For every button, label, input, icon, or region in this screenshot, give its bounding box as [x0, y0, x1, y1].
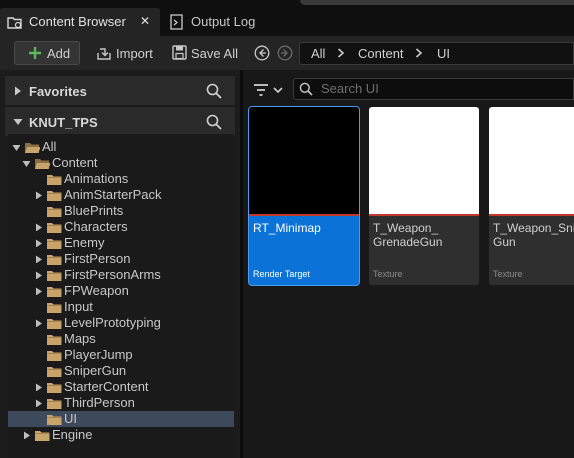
- tree-item-label[interactable]: ThirdPerson: [64, 395, 135, 411]
- tree-item-label[interactable]: Maps: [64, 331, 96, 347]
- import-icon: [97, 48, 111, 60]
- folder-icon: [47, 255, 62, 265]
- collapse-arrow-icon[interactable]: [35, 271, 43, 279]
- asset-type-label: Texture: [373, 269, 403, 279]
- output-log-icon: [170, 14, 183, 30]
- chevron-down-icon: [13, 119, 23, 125]
- asset-type-bar: [249, 214, 359, 216]
- asset-name: RT_Minimap: [253, 221, 321, 235]
- asset-tile[interactable]: T_Weapon_Snip Gun Texture: [489, 107, 574, 285]
- folder-icon: [47, 271, 62, 281]
- asset-type-label: Render Target: [253, 269, 310, 279]
- search-placeholder: Search UI: [321, 81, 379, 96]
- save-all-button[interactable]: Save All: [191, 46, 238, 61]
- folder-open-icon: [35, 159, 50, 169]
- tree-item-label[interactable]: FPWeapon: [64, 283, 129, 299]
- collapse-arrow-icon[interactable]: [35, 191, 43, 199]
- collapse-arrow-icon[interactable]: [23, 431, 31, 439]
- tree-item-label[interactable]: BluePrints: [64, 203, 123, 219]
- collapse-arrow-icon[interactable]: [35, 223, 43, 231]
- asset-name: T_Weapon_ GrenadeGun: [373, 221, 443, 249]
- asset-type-bar: [489, 214, 574, 216]
- tab-content-browser-label: Content Browser: [29, 14, 126, 29]
- content-browser-icon: [7, 17, 22, 29]
- collapse-arrow-icon[interactable]: [35, 255, 43, 263]
- asset-type-bar: [369, 214, 479, 216]
- folder-icon: [47, 207, 62, 217]
- folder-icon: [47, 175, 62, 185]
- chevron-right-icon: [15, 86, 21, 96]
- collapse-arrow-icon[interactable]: [35, 383, 43, 391]
- folder-icon: [47, 239, 62, 249]
- tree-item-label[interactable]: Input: [64, 299, 93, 315]
- tree-item-label[interactable]: UI: [64, 411, 77, 427]
- tree-row-selected: [8, 411, 234, 427]
- tree-item-label[interactable]: AnimStarterPack: [64, 187, 162, 203]
- project-label: KNUT_TPS: [29, 115, 98, 130]
- asset-tile[interactable]: RT_Minimap Render Target: [248, 106, 360, 286]
- folder-icon: [47, 319, 62, 329]
- expand-arrow-icon[interactable]: [22, 160, 30, 168]
- folder-icon: [47, 335, 62, 345]
- tree-item-label[interactable]: SniperGun: [64, 363, 126, 379]
- collapse-arrow-icon[interactable]: [35, 399, 43, 407]
- folder-icon: [47, 303, 62, 313]
- tree-item-label[interactable]: Characters: [64, 219, 128, 235]
- tree-item-label[interactable]: All: [42, 139, 56, 155]
- add-button-label: Add: [47, 46, 71, 61]
- asset-name: T_Weapon_Snip Gun: [493, 221, 574, 249]
- filter-icon[interactable]: [253, 83, 283, 97]
- favorites-label: Favorites: [29, 84, 87, 99]
- collapse-arrow-icon[interactable]: [35, 287, 43, 295]
- chevron-right-icon: [337, 48, 345, 58]
- asset-thumbnail: [369, 107, 479, 214]
- tree-item-label[interactable]: FirstPerson: [64, 251, 130, 267]
- asset-thumbnail: [249, 107, 359, 214]
- asset-type-label: Texture: [493, 269, 523, 279]
- asset-thumbnail: [489, 107, 574, 214]
- plus-icon: [29, 47, 41, 59]
- expand-arrow-icon[interactable]: [12, 144, 20, 152]
- tree-item-label[interactable]: Engine: [52, 427, 92, 443]
- folder-icon: [47, 383, 62, 393]
- search-icon[interactable]: [206, 114, 222, 130]
- viewport-edge: [300, 0, 574, 5]
- save-all-icon: [172, 45, 187, 60]
- tree-item-label[interactable]: Enemy: [64, 235, 104, 251]
- tree-item-label[interactable]: Animations: [64, 171, 128, 187]
- tree-item-label[interactable]: FirstPersonArms: [64, 267, 161, 283]
- search-icon[interactable]: [206, 83, 222, 99]
- breadcrumb-all[interactable]: All: [311, 46, 325, 61]
- back-icon[interactable]: [254, 45, 270, 61]
- folder-open-icon: [25, 143, 40, 153]
- tree-item-label[interactable]: PlayerJump: [64, 347, 133, 363]
- folder-icon: [35, 431, 50, 441]
- breadcrumb-content[interactable]: Content: [358, 46, 404, 61]
- asset-tile[interactable]: T_Weapon_ GrenadeGun Texture: [369, 107, 479, 285]
- folder-icon: [47, 415, 62, 425]
- forward-icon[interactable]: [277, 45, 293, 61]
- chevron-right-icon: [415, 48, 423, 58]
- collapse-arrow-icon[interactable]: [35, 319, 43, 327]
- collapse-arrow-icon[interactable]: [35, 239, 43, 247]
- folder-icon: [47, 367, 62, 377]
- breadcrumb-ui[interactable]: UI: [437, 46, 450, 61]
- folder-icon: [47, 399, 62, 409]
- tree-item-label[interactable]: Content: [52, 155, 98, 171]
- folder-icon: [47, 351, 62, 361]
- tree-item-label[interactable]: LevelPrototyping: [64, 315, 161, 331]
- folder-icon: [47, 223, 62, 233]
- tab-close-icon[interactable]: ✕: [140, 14, 150, 28]
- search-icon: [299, 82, 313, 96]
- tab-output-log[interactable]: Output Log: [191, 14, 255, 29]
- import-button[interactable]: Import: [116, 46, 153, 61]
- tree-item-label[interactable]: StarterContent: [64, 379, 149, 395]
- folder-icon: [47, 287, 62, 297]
- folder-icon: [47, 191, 62, 201]
